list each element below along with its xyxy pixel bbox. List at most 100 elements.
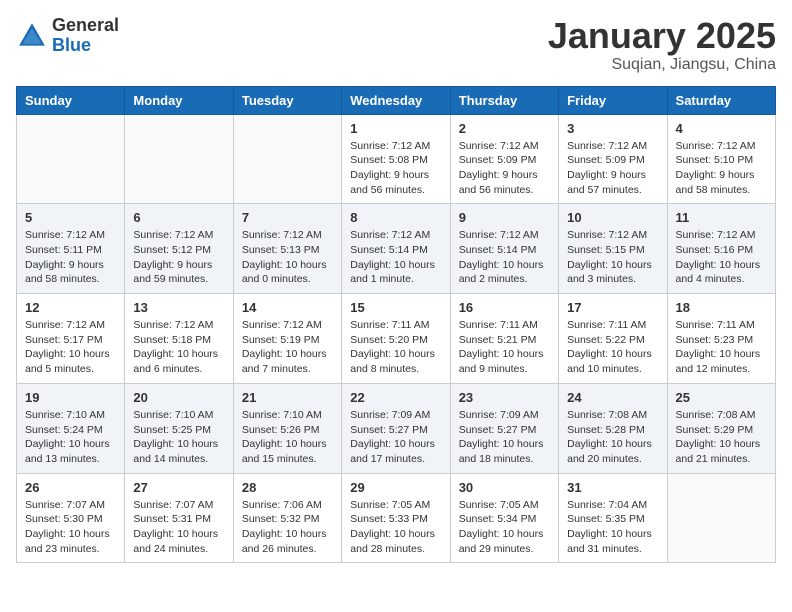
calendar-week-row: 12 Sunrise: 7:12 AM Sunset: 5:17 PM Dayli… (17, 294, 776, 384)
day-info: Sunrise: 7:07 AM Sunset: 5:31 PM Dayligh… (133, 498, 224, 557)
calendar-day-cell (125, 114, 233, 204)
day-number: 15 (350, 300, 441, 315)
day-info: Sunrise: 7:12 AM Sunset: 5:18 PM Dayligh… (133, 318, 224, 377)
day-number: 18 (676, 300, 767, 315)
day-info: Sunrise: 7:12 AM Sunset: 5:15 PM Dayligh… (567, 228, 658, 287)
day-info: Sunrise: 7:05 AM Sunset: 5:33 PM Dayligh… (350, 498, 441, 557)
day-info: Sunrise: 7:12 AM Sunset: 5:08 PM Dayligh… (350, 139, 441, 198)
day-info: Sunrise: 7:09 AM Sunset: 5:27 PM Dayligh… (350, 408, 441, 467)
day-info: Sunrise: 7:12 AM Sunset: 5:13 PM Dayligh… (242, 228, 333, 287)
day-number: 13 (133, 300, 224, 315)
logo: General Blue (16, 16, 119, 56)
calendar-day-cell: 27 Sunrise: 7:07 AM Sunset: 5:31 PM Dayli… (125, 473, 233, 563)
day-number: 24 (567, 390, 658, 405)
day-info: Sunrise: 7:12 AM Sunset: 5:16 PM Dayligh… (676, 228, 767, 287)
day-info: Sunrise: 7:06 AM Sunset: 5:32 PM Dayligh… (242, 498, 333, 557)
calendar-day-cell: 18 Sunrise: 7:11 AM Sunset: 5:23 PM Dayli… (667, 294, 775, 384)
day-number: 31 (567, 480, 658, 495)
calendar-week-row: 1 Sunrise: 7:12 AM Sunset: 5:08 PM Daylig… (17, 114, 776, 204)
day-info: Sunrise: 7:11 AM Sunset: 5:23 PM Dayligh… (676, 318, 767, 377)
day-number: 19 (25, 390, 116, 405)
calendar-day-cell: 16Sunrise: 7:11 AM Sunset: 5:21 PM Dayli… (450, 294, 558, 384)
day-info: Sunrise: 7:12 AM Sunset: 5:19 PM Dayligh… (242, 318, 333, 377)
day-number: 29 (350, 480, 441, 495)
calendar-table: SundayMondayTuesdayWednesdayThursdayFrid… (16, 86, 776, 564)
day-number: 14 (242, 300, 333, 315)
weekday-header-monday: Monday (125, 86, 233, 114)
calendar-day-cell: 13 Sunrise: 7:12 AM Sunset: 5:18 PM Dayli… (125, 294, 233, 384)
calendar-day-cell: 5 Sunrise: 7:12 AM Sunset: 5:11 PM Daylig… (17, 204, 125, 294)
calendar-day-cell: 26Sunrise: 7:07 AM Sunset: 5:30 PM Dayli… (17, 473, 125, 563)
day-number: 21 (242, 390, 333, 405)
calendar-week-row: 5 Sunrise: 7:12 AM Sunset: 5:11 PM Daylig… (17, 204, 776, 294)
weekday-header-tuesday: Tuesday (233, 86, 341, 114)
calendar-day-cell: 3 Sunrise: 7:12 AM Sunset: 5:09 PM Daylig… (559, 114, 667, 204)
calendar-day-cell: 20Sunrise: 7:10 AM Sunset: 5:25 PM Dayli… (125, 383, 233, 473)
calendar-day-cell: 12 Sunrise: 7:12 AM Sunset: 5:17 PM Dayli… (17, 294, 125, 384)
weekday-header-wednesday: Wednesday (342, 86, 450, 114)
calendar-day-cell: 25Sunrise: 7:08 AM Sunset: 5:29 PM Dayli… (667, 383, 775, 473)
weekday-header-saturday: Saturday (667, 86, 775, 114)
title-section: January 2025 Suqian, Jiangsu, China (548, 16, 776, 74)
day-number: 28 (242, 480, 333, 495)
day-number: 3 (567, 121, 658, 136)
day-info: Sunrise: 7:12 AM Sunset: 5:09 PM Dayligh… (459, 139, 550, 198)
day-info: Sunrise: 7:08 AM Sunset: 5:28 PM Dayligh… (567, 408, 658, 467)
day-info: Sunrise: 7:09 AM Sunset: 5:27 PM Dayligh… (459, 408, 550, 467)
calendar-week-row: 19 Sunrise: 7:10 AM Sunset: 5:24 PM Dayli… (17, 383, 776, 473)
day-number: 5 (25, 210, 116, 225)
calendar-day-cell: 22 Sunrise: 7:09 AM Sunset: 5:27 PM Dayli… (342, 383, 450, 473)
day-number: 2 (459, 121, 550, 136)
day-number: 7 (242, 210, 333, 225)
weekday-header-thursday: Thursday (450, 86, 558, 114)
day-info: Sunrise: 7:07 AM Sunset: 5:30 PM Dayligh… (25, 498, 116, 557)
day-number: 20 (133, 390, 224, 405)
day-info: Sunrise: 7:12 AM Sunset: 5:17 PM Dayligh… (25, 318, 116, 377)
calendar-day-cell: 15 Sunrise: 7:11 AM Sunset: 5:20 PM Dayli… (342, 294, 450, 384)
calendar-day-cell: 14 Sunrise: 7:12 AM Sunset: 5:19 PM Dayli… (233, 294, 341, 384)
day-info: Sunrise: 7:12 AM Sunset: 5:09 PM Dayligh… (567, 139, 658, 198)
day-info: Sunrise: 7:12 AM Sunset: 5:11 PM Dayligh… (25, 228, 116, 287)
logo-icon (16, 20, 48, 52)
day-info: Sunrise: 7:12 AM Sunset: 5:14 PM Dayligh… (459, 228, 550, 287)
calendar-day-cell: 8 Sunrise: 7:12 AM Sunset: 5:14 PM Daylig… (342, 204, 450, 294)
logo-blue-text: Blue (52, 36, 119, 56)
calendar-day-cell (667, 473, 775, 563)
day-number: 11 (676, 210, 767, 225)
day-number: 8 (350, 210, 441, 225)
day-info: Sunrise: 7:08 AM Sunset: 5:29 PM Dayligh… (676, 408, 767, 467)
calendar-week-row: 26Sunrise: 7:07 AM Sunset: 5:30 PM Dayli… (17, 473, 776, 563)
day-number: 22 (350, 390, 441, 405)
day-info: Sunrise: 7:12 AM Sunset: 5:12 PM Dayligh… (133, 228, 224, 287)
day-info: Sunrise: 7:11 AM Sunset: 5:20 PM Dayligh… (350, 318, 441, 377)
weekday-header-sunday: Sunday (17, 86, 125, 114)
day-number: 10 (567, 210, 658, 225)
day-info: Sunrise: 7:10 AM Sunset: 5:26 PM Dayligh… (242, 408, 333, 467)
day-number: 12 (25, 300, 116, 315)
day-number: 16 (459, 300, 550, 315)
calendar-day-cell: 9Sunrise: 7:12 AM Sunset: 5:14 PM Daylig… (450, 204, 558, 294)
calendar-day-cell: 1 Sunrise: 7:12 AM Sunset: 5:08 PM Daylig… (342, 114, 450, 204)
calendar-day-cell: 29 Sunrise: 7:05 AM Sunset: 5:33 PM Dayli… (342, 473, 450, 563)
calendar-day-cell: 4Sunrise: 7:12 AM Sunset: 5:10 PM Daylig… (667, 114, 775, 204)
day-info: Sunrise: 7:04 AM Sunset: 5:35 PM Dayligh… (567, 498, 658, 557)
month-title: January 2025 (548, 16, 776, 56)
calendar-day-cell: 10 Sunrise: 7:12 AM Sunset: 5:15 PM Dayli… (559, 204, 667, 294)
calendar-day-cell: 11 Sunrise: 7:12 AM Sunset: 5:16 PM Dayli… (667, 204, 775, 294)
logo-general-text: General (52, 16, 119, 36)
calendar-day-cell: 21 Sunrise: 7:10 AM Sunset: 5:26 PM Dayli… (233, 383, 341, 473)
day-number: 27 (133, 480, 224, 495)
day-number: 30 (459, 480, 550, 495)
calendar-day-cell: 7 Sunrise: 7:12 AM Sunset: 5:13 PM Daylig… (233, 204, 341, 294)
day-number: 23 (459, 390, 550, 405)
day-info: Sunrise: 7:12 AM Sunset: 5:14 PM Dayligh… (350, 228, 441, 287)
location-text: Suqian, Jiangsu, China (548, 56, 776, 74)
weekday-header-friday: Friday (559, 86, 667, 114)
calendar-day-cell: 24 Sunrise: 7:08 AM Sunset: 5:28 PM Dayli… (559, 383, 667, 473)
day-info: Sunrise: 7:10 AM Sunset: 5:24 PM Dayligh… (25, 408, 116, 467)
calendar-day-cell (17, 114, 125, 204)
calendar-day-cell: 23 Sunrise: 7:09 AM Sunset: 5:27 PM Dayli… (450, 383, 558, 473)
day-number: 6 (133, 210, 224, 225)
weekday-header-row: SundayMondayTuesdayWednesdayThursdayFrid… (17, 86, 776, 114)
day-number: 1 (350, 121, 441, 136)
